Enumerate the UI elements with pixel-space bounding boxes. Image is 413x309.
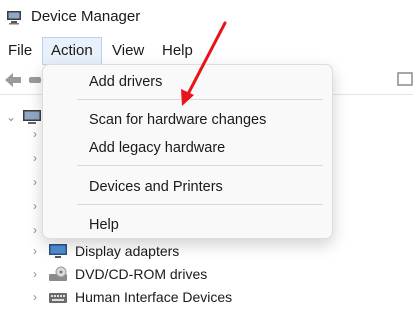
menu-help[interactable]: Help — [154, 37, 201, 65]
chevron-right-icon[interactable]: › — [30, 239, 40, 263]
dvd-drive-icon — [49, 266, 67, 281]
chevron-right-icon[interactable]: › — [30, 194, 40, 218]
menu-item-help[interactable]: Help — [89, 217, 119, 233]
menu-separator — [77, 165, 323, 166]
device-manager-icon — [7, 11, 21, 25]
menu-view[interactable]: View — [104, 37, 152, 65]
tree-node-label: DVD/CD-ROM drives — [75, 266, 208, 282]
tree-node-label: Display adapters — [75, 243, 180, 259]
display-adapter-icon — [49, 244, 67, 258]
chevron-right-icon[interactable]: › — [30, 122, 40, 146]
tree-node-label: Human Interface Devices — [75, 289, 233, 305]
menu-item-add-legacy-hardware[interactable]: Add legacy hardware — [89, 140, 225, 156]
menu-item-add-drivers[interactable]: Add drivers — [89, 74, 162, 90]
tree-node-dvd-drives[interactable]: › DVD/CD-ROM drives — [0, 262, 413, 286]
back-arrow-icon[interactable] — [3, 71, 23, 89]
chevron-right-icon[interactable]: › — [30, 262, 40, 286]
chevron-right-icon[interactable]: › — [30, 170, 40, 194]
menu-action[interactable]: Action — [42, 37, 102, 65]
window-title: Device Manager — [31, 8, 141, 25]
menu-separator — [77, 99, 323, 100]
menu-item-scan-hardware[interactable]: Scan for hardware changes — [89, 112, 266, 128]
menu-separator — [77, 204, 323, 205]
chevron-down-icon[interactable]: ⌄ — [6, 105, 16, 129]
action-dropdown-menu: Add drivers Scan for hardware changes Ad… — [42, 64, 333, 239]
toolbar-device-icon[interactable] — [396, 70, 413, 90]
chevron-right-icon[interactable]: › — [30, 285, 40, 309]
tree-node-display-adapters[interactable]: › Display adapters — [0, 239, 413, 263]
title-bar: Device Manager — [0, 0, 413, 34]
menu-bar: File Action View Help — [0, 37, 413, 65]
menu-file[interactable]: File — [0, 37, 40, 65]
chevron-right-icon[interactable]: › — [30, 146, 40, 170]
menu-item-devices-printers[interactable]: Devices and Printers — [89, 179, 223, 195]
hid-icon — [49, 293, 67, 303]
tree-node-hid[interactable]: › Human Interface Devices — [0, 285, 413, 309]
